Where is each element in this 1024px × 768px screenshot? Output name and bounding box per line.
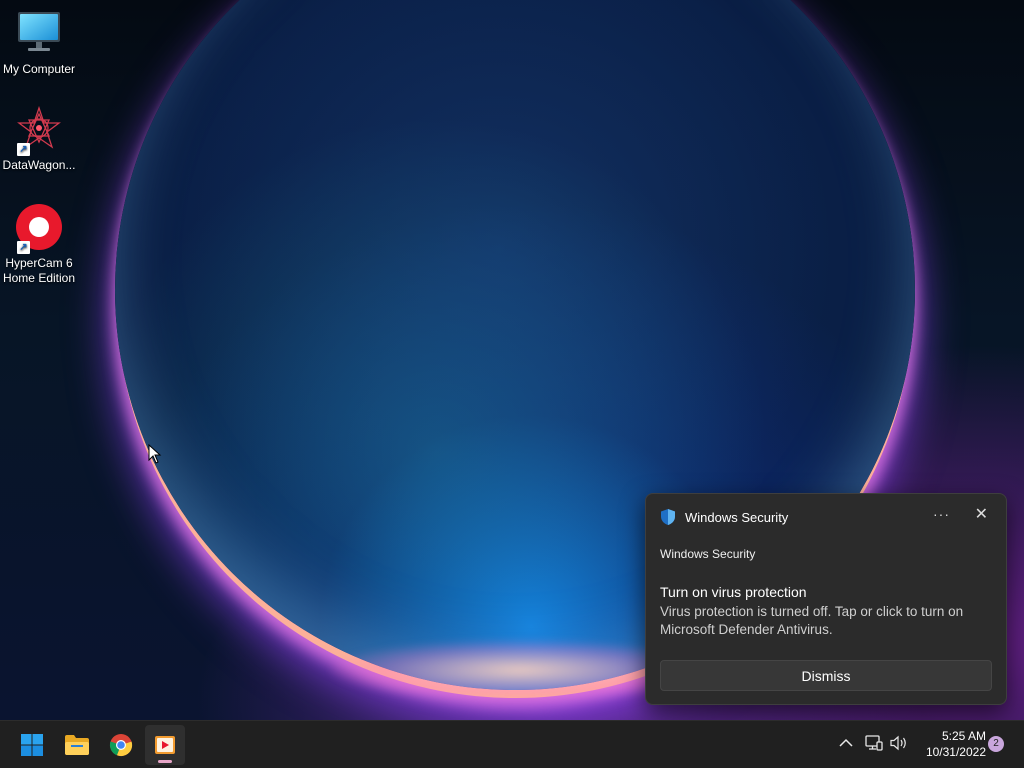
- toast-body: Virus protection is turned off. Tap or c…: [660, 604, 964, 637]
- taskbar-hypercam[interactable]: [145, 725, 185, 765]
- taskbar: 5:25 AM 10/31/2022 2: [0, 720, 1024, 768]
- toast-subtitle: Windows Security: [660, 547, 756, 561]
- taskbar-file-explorer[interactable]: [57, 725, 97, 765]
- more-options-button[interactable]: ···: [933, 506, 950, 522]
- desktop-icon-my-computer[interactable]: My Computer: [0, 10, 78, 77]
- desktop-icon-label: HyperCam 6 Home Edition: [2, 256, 76, 285]
- toast-header: Windows Security: [660, 508, 788, 526]
- clock-time: 5:25 AM: [941, 729, 986, 743]
- mouse-cursor-icon: [148, 444, 162, 464]
- toast-app-name: Windows Security: [685, 509, 789, 525]
- hypercam-app-icon: ↗: [15, 204, 63, 254]
- security-notification-toast[interactable]: Windows Security ··· ✕ Windows Security …: [645, 493, 1007, 705]
- toast-title: Turn on virus protection: [660, 584, 807, 600]
- taskbar-clock[interactable]: 5:25 AM 10/31/2022: [916, 728, 986, 760]
- hypercam-taskbar-icon: [155, 736, 175, 754]
- desktop-icon-hypercam[interactable]: ↗ HyperCam 6 Home Edition: [0, 204, 78, 286]
- clock-date: 10/31/2022: [925, 745, 986, 759]
- folder-icon: [65, 735, 89, 755]
- active-indicator: [158, 760, 172, 763]
- taskbar-chrome[interactable]: [101, 725, 141, 765]
- chrome-icon: [109, 734, 133, 757]
- desktop-icon-label: My Computer: [2, 62, 76, 76]
- shortcut-arrow-icon: ↗: [17, 143, 30, 156]
- close-icon[interactable]: ✕: [975, 504, 988, 524]
- shield-icon: [661, 509, 675, 525]
- volume-icon[interactable]: [890, 735, 908, 754]
- desktop-icon-datawagon[interactable]: ↗ DataWagon...: [0, 105, 78, 173]
- desktop-icon-label: DataWagon...: [2, 158, 76, 172]
- datawagon-app-icon: ↗: [15, 105, 63, 156]
- chevron-up-icon[interactable]: [839, 736, 853, 752]
- network-icon[interactable]: [865, 735, 883, 754]
- monitor-icon: [15, 10, 63, 58]
- windows-logo-icon: [21, 734, 43, 756]
- dismiss-button[interactable]: Dismiss: [660, 660, 992, 691]
- shortcut-arrow-icon: ↗: [17, 241, 30, 254]
- start-button[interactable]: [12, 725, 52, 765]
- notification-count-badge[interactable]: 2: [988, 736, 1004, 752]
